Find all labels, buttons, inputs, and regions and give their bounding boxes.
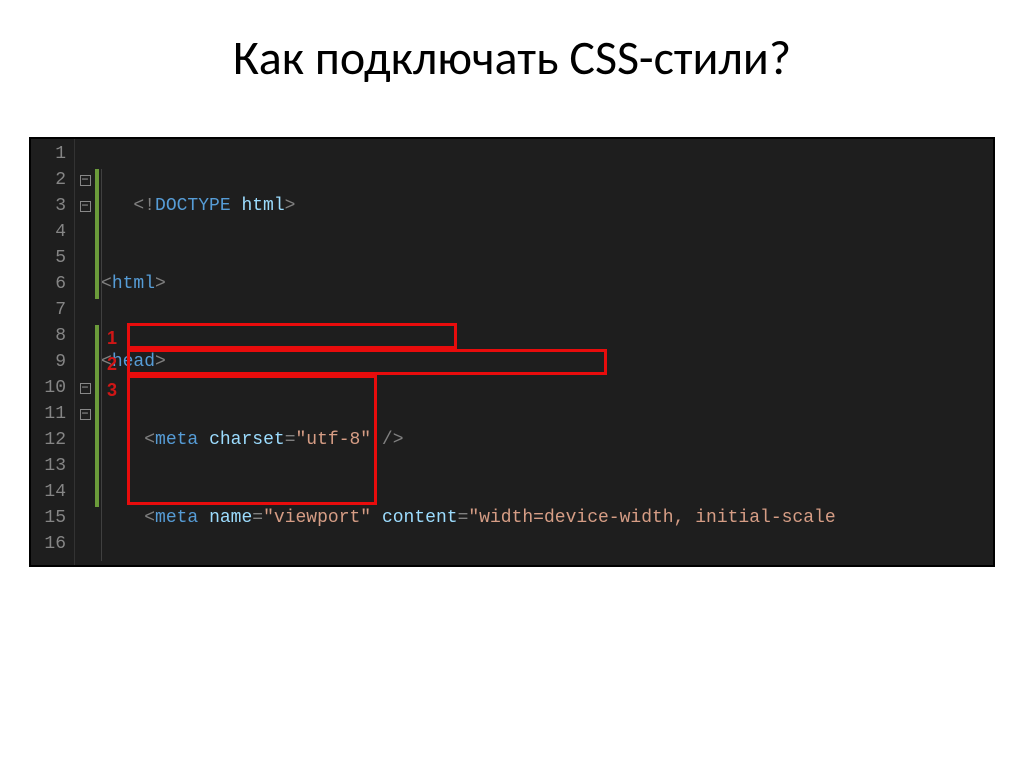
fold-marker bbox=[75, 219, 95, 245]
fold-marker bbox=[75, 531, 95, 557]
line-number-gutter: 1 2 3 4 5 6 7 8 9 10 11 12 13 14 15 16 bbox=[31, 139, 75, 565]
t bbox=[231, 196, 242, 216]
t: > bbox=[285, 196, 296, 216]
t bbox=[198, 508, 209, 528]
fold-marker bbox=[75, 323, 95, 349]
line-number: 10 bbox=[31, 375, 66, 401]
code-editor[interactable]: 1 2 3 4 5 6 7 8 9 10 11 12 13 14 15 16 bbox=[31, 139, 993, 565]
t: head bbox=[112, 352, 155, 372]
line-number: 6 bbox=[31, 271, 66, 297]
fold-marker bbox=[75, 427, 95, 453]
line-number: 11 bbox=[31, 401, 66, 427]
t: = bbox=[285, 430, 296, 450]
code-line: <meta charset="utf-8" /> bbox=[101, 427, 993, 453]
t: html bbox=[241, 196, 284, 216]
t: > bbox=[155, 274, 166, 294]
code-area[interactable]: <!DOCTYPE html> <html> <head> <meta char… bbox=[95, 139, 993, 565]
fold-collapse-icon[interactable] bbox=[75, 375, 95, 401]
fold-collapse-icon[interactable] bbox=[75, 167, 95, 193]
fold-marker bbox=[75, 141, 95, 167]
t: html bbox=[112, 274, 155, 294]
line-number: 16 bbox=[31, 531, 66, 557]
t: "utf-8" bbox=[296, 430, 372, 450]
fold-marker bbox=[75, 453, 95, 479]
line-number: 9 bbox=[31, 349, 66, 375]
fold-marker bbox=[75, 479, 95, 505]
t: name bbox=[209, 508, 252, 528]
code-line: <head> bbox=[101, 349, 993, 375]
code-line: <!DOCTYPE html> bbox=[101, 193, 993, 219]
t: = bbox=[458, 508, 469, 528]
line-number: 3 bbox=[31, 193, 66, 219]
line-number: 7 bbox=[31, 297, 66, 323]
t bbox=[371, 508, 382, 528]
line-number: 13 bbox=[31, 453, 66, 479]
fold-column bbox=[75, 139, 95, 565]
fold-marker bbox=[75, 271, 95, 297]
line-number: 4 bbox=[31, 219, 66, 245]
fold-marker bbox=[75, 245, 95, 271]
code-line: <html> bbox=[101, 271, 993, 297]
t: /> bbox=[371, 430, 403, 450]
fold-marker bbox=[75, 505, 95, 531]
t: < bbox=[144, 508, 155, 528]
line-number: 5 bbox=[31, 245, 66, 271]
annotation-marker-3: 3 bbox=[107, 377, 117, 403]
fold-collapse-icon[interactable] bbox=[75, 401, 95, 427]
t: = bbox=[252, 508, 263, 528]
t: charset bbox=[209, 430, 285, 450]
t: > bbox=[155, 352, 166, 372]
line-number: 14 bbox=[31, 479, 66, 505]
annotation-marker-2: 2 bbox=[107, 351, 117, 377]
code-editor-frame: 1 2 3 4 5 6 7 8 9 10 11 12 13 14 15 16 bbox=[29, 137, 995, 567]
code-line: <meta name="viewport" content="width=dev… bbox=[101, 505, 993, 531]
t: <! bbox=[133, 196, 155, 216]
line-number: 2 bbox=[31, 167, 66, 193]
slide-title: Как подключать CSS-стили? bbox=[233, 28, 791, 87]
t: DOCTYPE bbox=[155, 196, 231, 216]
t: meta bbox=[155, 508, 198, 528]
line-number: 8 bbox=[31, 323, 66, 349]
fold-marker bbox=[75, 297, 95, 323]
fold-collapse-icon[interactable] bbox=[75, 193, 95, 219]
t: "viewport" bbox=[263, 508, 371, 528]
annotation-marker-1: 1 bbox=[107, 325, 117, 351]
line-number: 12 bbox=[31, 427, 66, 453]
t: meta bbox=[155, 430, 198, 450]
t bbox=[198, 430, 209, 450]
t: "width=device-width, initial-scale bbox=[468, 508, 835, 528]
line-number: 1 bbox=[31, 141, 66, 167]
slide: Как подключать CSS-стили? 1 2 3 4 5 6 7 … bbox=[0, 0, 1024, 767]
t: < bbox=[144, 430, 155, 450]
t: < bbox=[101, 274, 112, 294]
line-number: 15 bbox=[31, 505, 66, 531]
fold-marker bbox=[75, 349, 95, 375]
t: content bbox=[382, 508, 458, 528]
